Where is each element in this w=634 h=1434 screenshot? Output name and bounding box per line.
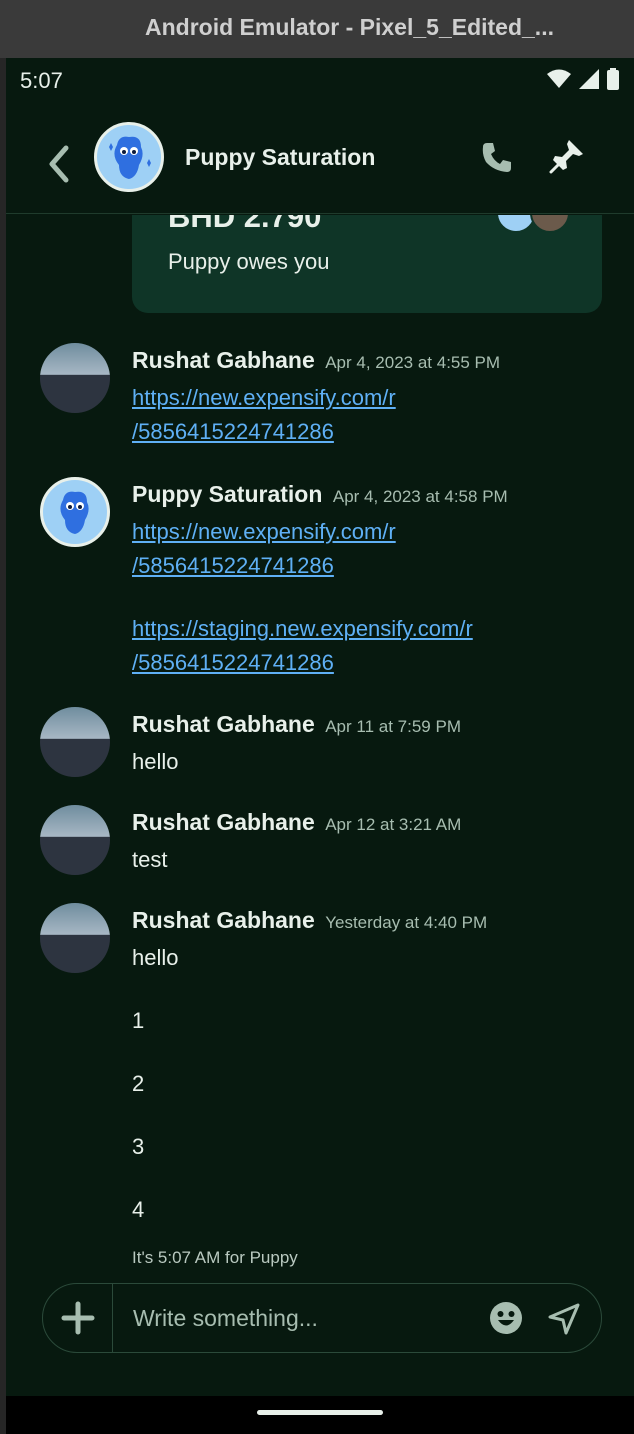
- sender-name[interactable]: Rushat Gabhane: [132, 907, 315, 933]
- message-link[interactable]: https://new.expensify.com/r: [132, 381, 396, 415]
- sender-name[interactable]: Rushat Gabhane: [132, 347, 315, 373]
- message-link[interactable]: /5856415224741286: [132, 646, 473, 680]
- message-composer: [42, 1283, 602, 1353]
- chat-title[interactable]: Puppy Saturation: [185, 144, 375, 171]
- signal-icon: [579, 69, 599, 89]
- message-text: 4: [132, 1197, 145, 1222]
- message-header: Rushat Gabhane Apr 4, 2023 at 4:55 PM: [132, 347, 500, 374]
- avatar[interactable]: [94, 122, 164, 192]
- message-header: Rushat Gabhane Yesterday at 4:40 PM: [132, 907, 487, 934]
- iou-preview-card[interactable]: BHD 2.790 Puppy owes you: [132, 215, 602, 313]
- iou-subtitle: Puppy owes you: [168, 249, 330, 274]
- battery-icon: [607, 68, 619, 90]
- gesture-nav-bar: [6, 1396, 634, 1434]
- avatar[interactable]: [40, 903, 110, 973]
- message-text: hello: [132, 945, 179, 970]
- puppy-avatar-icon: [109, 136, 151, 179]
- message-timestamp: Apr 4, 2023 at 4:58 PM: [332, 487, 508, 506]
- avatar: [530, 215, 570, 233]
- add-attachment-button[interactable]: [43, 1284, 113, 1352]
- phone-icon[interactable]: [480, 140, 514, 174]
- message-link[interactable]: /5856415224741286: [132, 415, 396, 449]
- message-link[interactable]: https://staging.new.expensify.com/r: [132, 612, 473, 646]
- avatar[interactable]: [40, 805, 110, 875]
- message-text: 1: [132, 1008, 145, 1033]
- pin-icon[interactable]: [549, 138, 585, 174]
- message-text: 3: [132, 1134, 145, 1159]
- message-body: test: [132, 843, 167, 877]
- message-body: https://new.expensify.com/r /58564152247…: [132, 515, 473, 680]
- message-list[interactable]: BHD 2.790 Puppy owes you Rushat Gabhane …: [6, 215, 634, 1275]
- message-header: Rushat Gabhane Apr 11 at 7:59 PM: [132, 711, 461, 738]
- avatar[interactable]: [40, 477, 110, 547]
- chat-header: Puppy Saturation: [6, 114, 634, 214]
- message-timestamp: Apr 12 at 3:21 AM: [325, 815, 462, 834]
- message-header: Rushat Gabhane Apr 12 at 3:21 AM: [132, 809, 461, 836]
- sender-name[interactable]: Rushat Gabhane: [132, 711, 315, 737]
- compose-input[interactable]: [133, 1302, 463, 1334]
- message-header: Puppy Saturation Apr 4, 2023 at 4:58 PM: [132, 481, 508, 508]
- status-bar: 5:07: [6, 58, 634, 104]
- avatar[interactable]: [40, 707, 110, 777]
- message-body: hello 1 2 3 4: [132, 941, 178, 1227]
- recipient-local-time: It's 5:07 AM for Puppy: [132, 1248, 298, 1267]
- message-link[interactable]: https://new.expensify.com/r: [132, 515, 473, 549]
- home-handle[interactable]: [257, 1410, 383, 1415]
- message-text: 2: [132, 1071, 145, 1096]
- status-time: 5:07: [20, 68, 63, 93]
- sender-name[interactable]: Rushat Gabhane: [132, 809, 315, 835]
- phone-screen: 5:07 Puppy Saturation BHD 2.790 Puppy ow…: [6, 58, 634, 1434]
- message-body: https://new.expensify.com/r /58564152247…: [132, 381, 396, 449]
- emoji-icon[interactable]: [488, 1300, 524, 1336]
- message-timestamp: Apr 11 at 7:59 PM: [325, 717, 461, 736]
- chevron-left-icon[interactable]: [44, 142, 74, 186]
- status-icons: [546, 68, 620, 90]
- participant-avatars: [496, 215, 576, 233]
- plus-icon: [61, 1301, 95, 1335]
- window-title: Android Emulator - Pixel_5_Edited_...: [145, 14, 554, 40]
- send-icon[interactable]: [547, 1302, 581, 1336]
- wifi-icon: [547, 69, 571, 88]
- emulator-title-bar: Android Emulator - Pixel_5_Edited_...: [0, 0, 634, 58]
- message-timestamp: Apr 4, 2023 at 4:55 PM: [325, 353, 501, 372]
- message-body: hello: [132, 745, 178, 779]
- message-link[interactable]: /5856415224741286: [132, 549, 473, 583]
- iou-amount: BHD 2.790: [168, 215, 322, 234]
- message-timestamp: Yesterday at 4:40 PM: [325, 913, 488, 932]
- puppy-avatar-icon: [60, 491, 89, 534]
- message-text: test: [132, 847, 168, 872]
- avatar[interactable]: [40, 343, 110, 413]
- message-text: hello: [132, 749, 179, 774]
- sender-name[interactable]: Puppy Saturation: [132, 481, 322, 507]
